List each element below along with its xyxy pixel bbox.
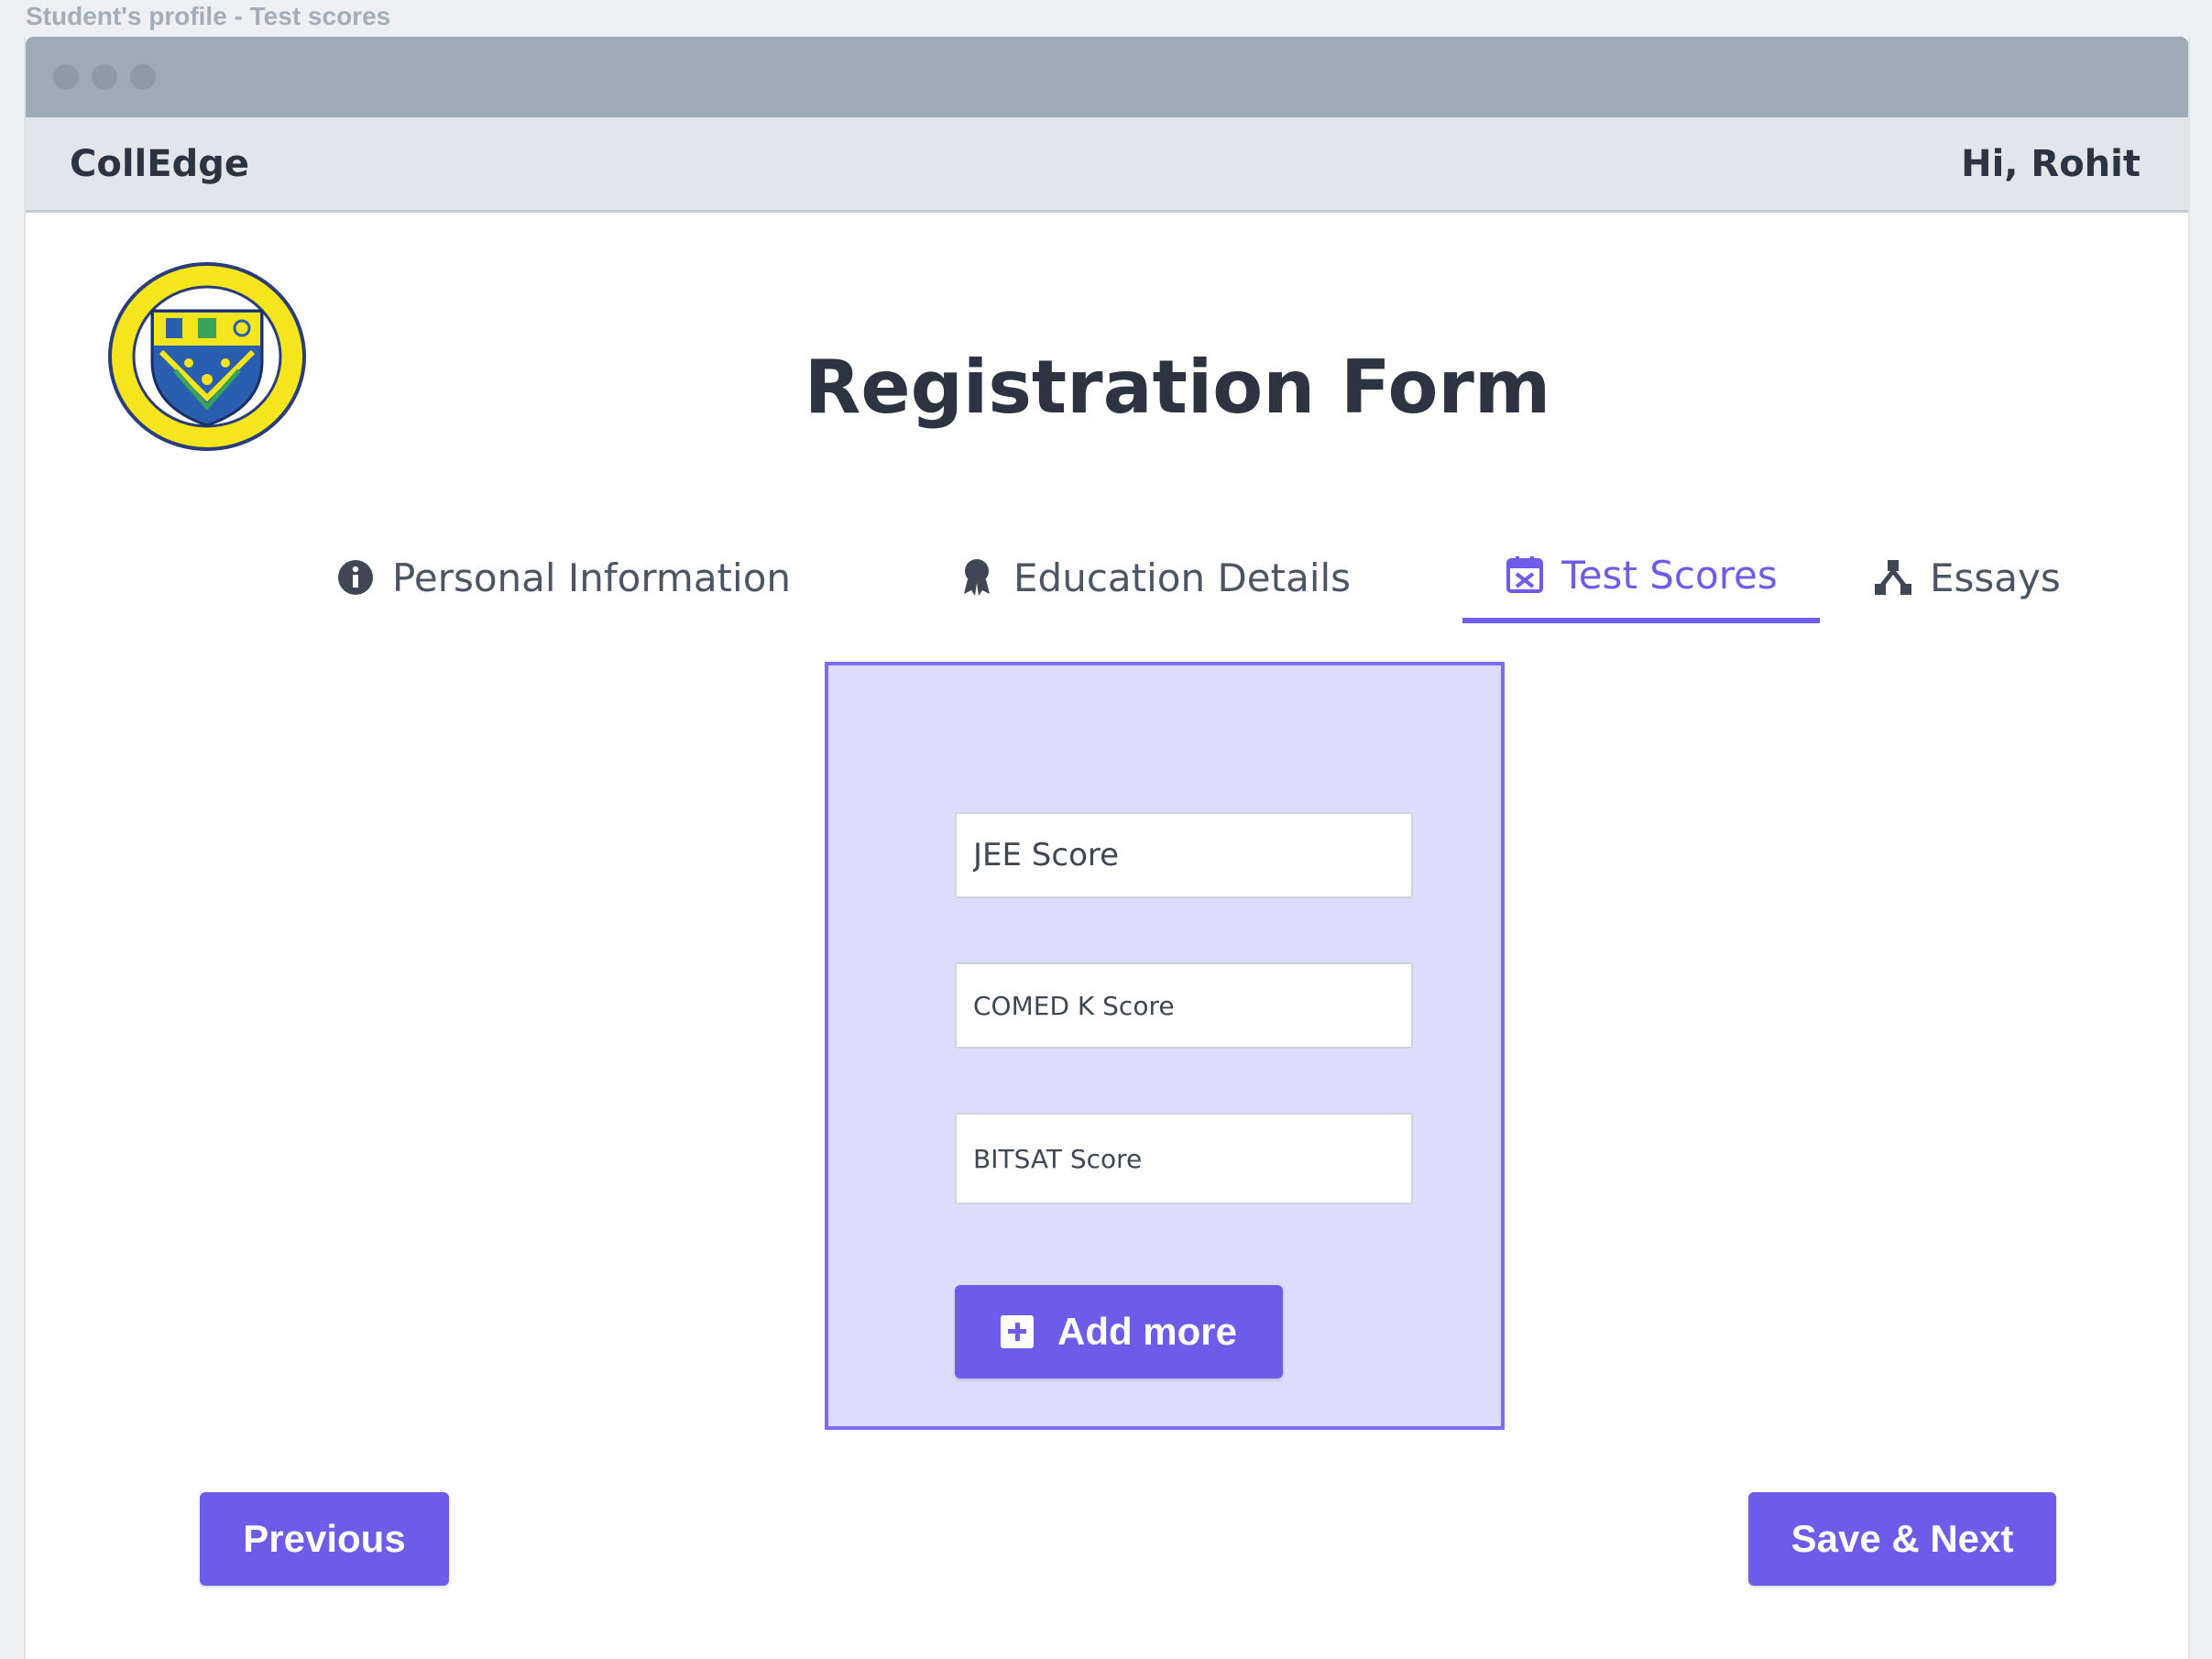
window-minimize-control[interactable] (92, 64, 117, 90)
award-icon (957, 557, 997, 598)
save-next-button[interactable]: Save & Next (1748, 1492, 2056, 1586)
user-greeting[interactable]: Hi, Rohit (1961, 143, 2141, 185)
app-header: CollEdge Hi, Rohit (26, 117, 2188, 213)
form-tabs: Personal Information Education Details T… (26, 532, 2188, 623)
add-more-button[interactable]: Add more (955, 1285, 1283, 1379)
window-maximize-control[interactable] (130, 64, 156, 90)
tab-essays[interactable]: Essays (1873, 532, 2061, 623)
comedk-score-input[interactable] (955, 962, 1413, 1049)
jee-score-input[interactable] (955, 812, 1413, 898)
calendar-icon (1505, 555, 1545, 595)
sitemap-icon (1873, 557, 1913, 598)
add-more-label: Add more (1057, 1310, 1237, 1353)
form-title: Registration Form (804, 345, 1551, 430)
tab-education-details[interactable]: Education Details (957, 532, 1351, 623)
tab-label: Personal Information (392, 555, 792, 600)
plus-square-icon (1000, 1315, 1034, 1348)
tab-personal-information[interactable]: Personal Information (335, 532, 791, 623)
info-circle-icon (335, 557, 376, 598)
previous-button[interactable]: Previous (200, 1492, 449, 1586)
brand-name[interactable]: CollEdge (70, 143, 249, 185)
bitsat-score-input[interactable] (955, 1113, 1413, 1204)
test-scores-panel: Add more (825, 662, 1505, 1430)
tab-label: Education Details (1013, 555, 1352, 600)
window-close-control[interactable] (53, 64, 79, 90)
app-window: CollEdge Hi, Rohit Registration Form Per… (24, 37, 2190, 1659)
tab-label: Test Scores (1561, 552, 1778, 598)
tab-test-scores[interactable]: Test Scores (1462, 532, 1820, 623)
tab-label: Essays (1930, 555, 2061, 600)
window-titlebar (26, 37, 2188, 117)
page-caption: Student's profile - Test scores (26, 2, 391, 30)
